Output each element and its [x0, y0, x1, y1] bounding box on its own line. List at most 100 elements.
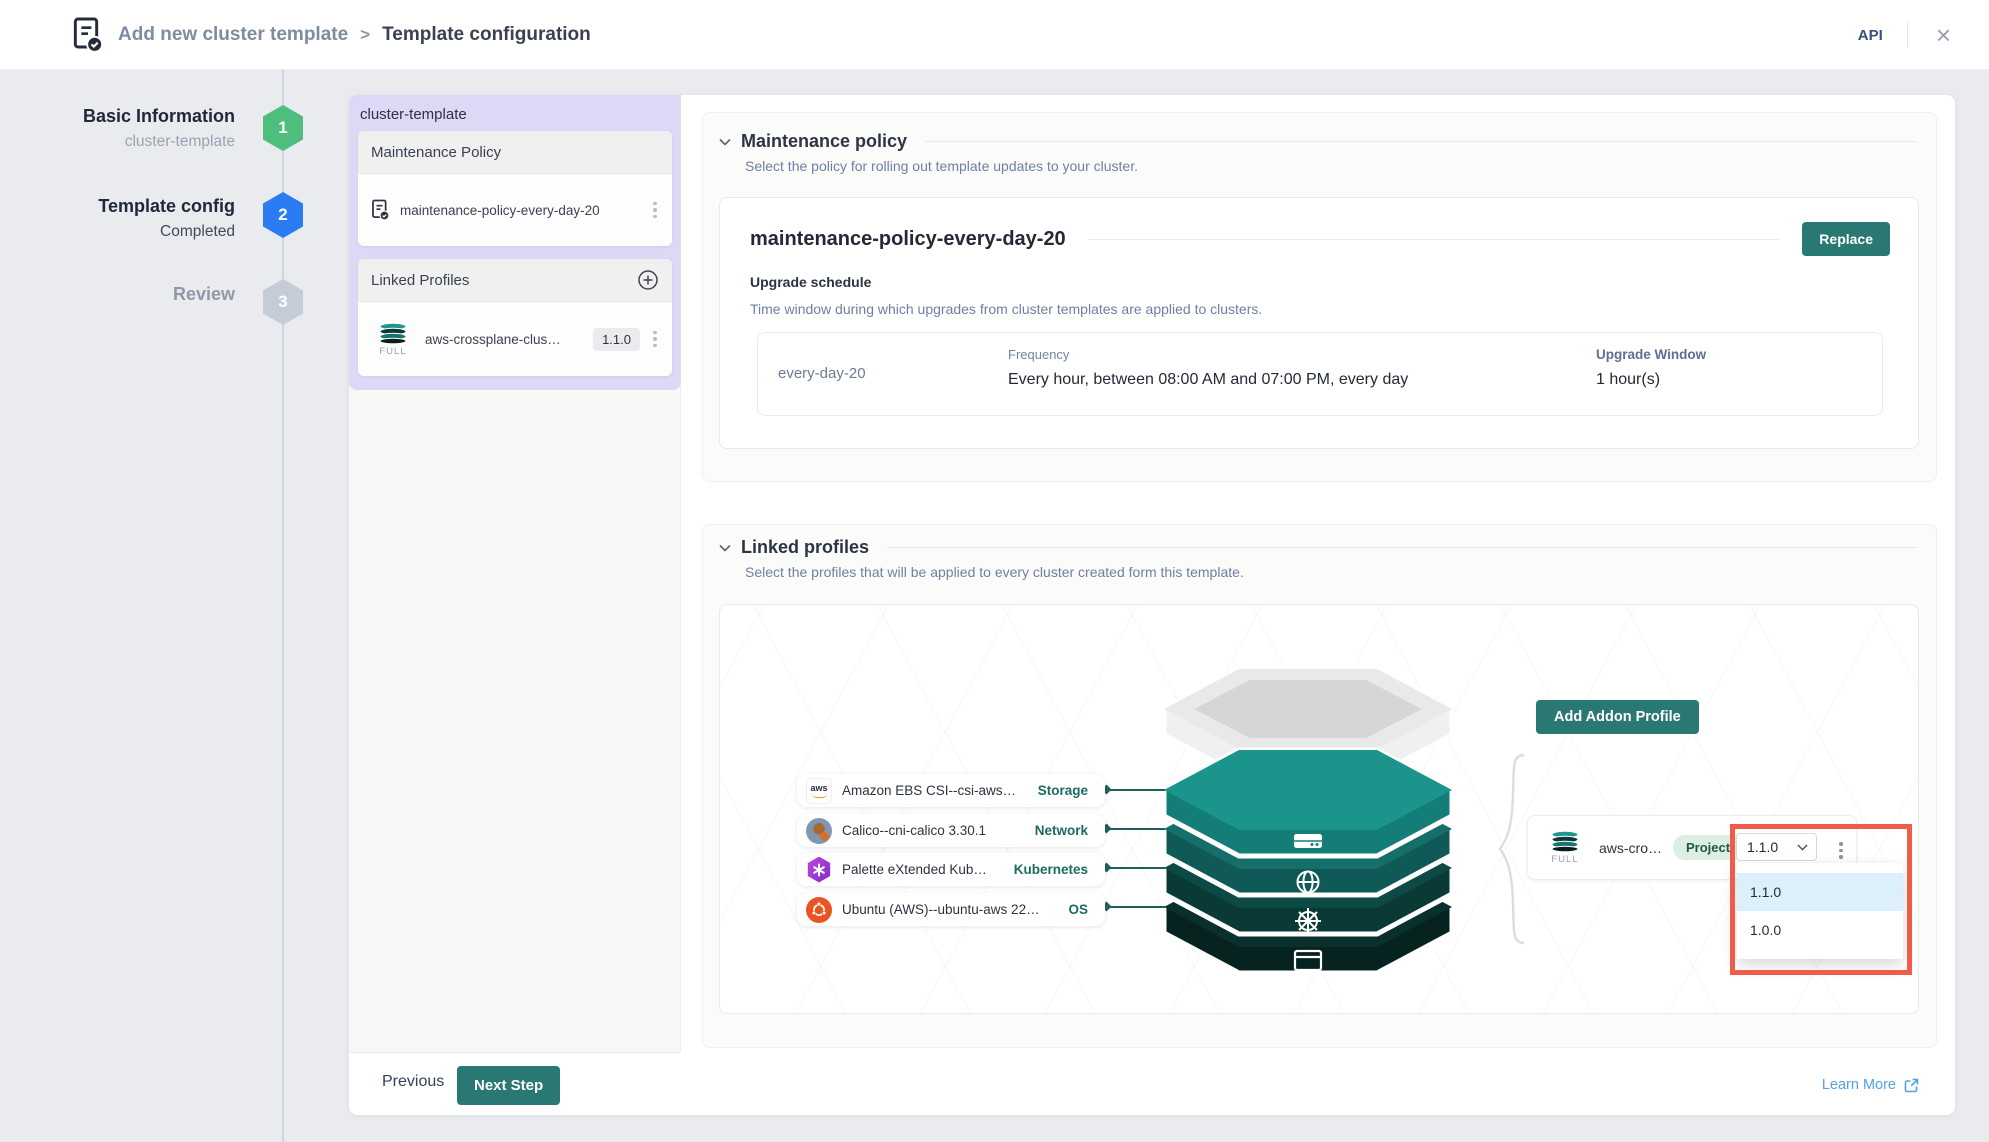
tree-card-header-label: Linked Profiles [371, 272, 469, 289]
step-2-number: 2 [278, 205, 287, 225]
storage-layer-slab [1164, 750, 1452, 856]
linked-profiles-section: Linked profiles Select the profiles that… [702, 524, 1937, 1048]
upgrade-schedule-description: Time window during which upgrades from c… [750, 301, 1918, 317]
layer-pill-network[interactable]: Calico--cni-calico 3.30.1 Network [797, 814, 1105, 847]
linked-profiles-canvas: aws Amazon EBS CSI--csi-aws… Storage Cal… [719, 604, 1919, 1014]
schedule-row: every-day-20 Frequency Every hour, betwe… [757, 332, 1883, 416]
step-3-badge[interactable]: 3 [263, 279, 303, 325]
step-review[interactable]: Review [40, 284, 235, 305]
step-2-badge[interactable]: 2 [263, 192, 303, 238]
collapse-chevron-icon[interactable] [719, 544, 731, 552]
profile-card-kebab-menu-icon[interactable] [1834, 838, 1848, 863]
tree-policy-name: maintenance-policy-every-day-20 [400, 203, 648, 218]
step-3-number: 3 [278, 292, 287, 312]
section-title: Linked profiles [741, 537, 869, 558]
layer-pill-os[interactable]: Ubuntu (AWS)--ubuntu-aws 22… OS [797, 893, 1105, 926]
aws-icon: aws [806, 778, 832, 804]
selected-version: 1.1.0 [1747, 839, 1778, 855]
section-rule [887, 547, 1918, 548]
previous-button[interactable]: Previous [382, 1073, 444, 1091]
maintenance-policy-card: maintenance-policy-every-day-20 Replace … [719, 197, 1919, 449]
next-step-button[interactable]: Next Step [457, 1066, 560, 1105]
collapse-chevron-icon[interactable] [719, 138, 731, 146]
version-dropdown-menu: 1.1.0 1.0.0 [1737, 863, 1903, 959]
step-title: Template config [40, 196, 235, 217]
version-option-1-1-0[interactable]: 1.1.0 [1737, 873, 1903, 911]
page-title: Template configuration [382, 24, 591, 46]
layer-name: Ubuntu (AWS)--ubuntu-aws 22… [842, 902, 1040, 917]
template-configuration-panel: cluster-template Maintenance Policy [349, 95, 1955, 1115]
upgrade-window-label: Upgrade Window [1596, 347, 1706, 362]
breadcrumb: Add new cluster template > Template conf… [118, 0, 591, 70]
replace-button[interactable]: Replace [1802, 222, 1890, 256]
maintenance-policy-section: Maintenance policy Select the policy for… [702, 112, 1937, 482]
layer-pill-kubernetes[interactable]: Palette eXtended Kub… Kubernetes [797, 853, 1105, 886]
ubuntu-icon [806, 897, 832, 923]
policy-title-rule [1088, 239, 1781, 240]
frequency-block: Frequency Every hour, between 08:00 AM a… [1008, 347, 1408, 389]
layer-category: Storage [1038, 783, 1088, 798]
layer-name: Amazon EBS CSI--csi-aws… [842, 783, 1016, 798]
profile-stack-icon: FULL [371, 322, 415, 357]
upgrade-schedule-heading: Upgrade schedule [750, 274, 1918, 290]
upgrade-window-value: 1 hour(s) [1596, 371, 1706, 389]
os-connector-line [1105, 906, 1165, 908]
step-1-number: 1 [278, 118, 287, 138]
storage-server-icon [1294, 834, 1322, 848]
api-link[interactable]: API [1858, 27, 1883, 44]
step-basic-information[interactable]: Basic Information cluster-template [40, 106, 235, 151]
layer-category: Kubernetes [1014, 862, 1088, 877]
top-header-bar: Add new cluster template > Template conf… [0, 0, 1989, 70]
learn-more-link[interactable]: Learn More [1822, 1077, 1919, 1093]
cluster-template-doc-icon [72, 17, 104, 53]
linked-profile-tree-item[interactable]: FULL aws-crossplane-clus… 1.1.0 [358, 302, 672, 376]
tree-card-header-label: Maintenance Policy [371, 144, 501, 161]
profile-type-label: FULL [379, 346, 406, 357]
maintenance-policy-tree-card: Maintenance Policy maintenance-policy-ev… [358, 131, 672, 246]
profile-kebab-menu-icon[interactable] [648, 327, 662, 352]
external-link-icon [1904, 1078, 1919, 1093]
profile-stack-icon: FULL [1543, 830, 1587, 865]
layer-name: Calico--cni-calico 3.30.1 [842, 823, 986, 838]
section-title: Maintenance policy [741, 131, 907, 152]
close-icon[interactable]: × [1932, 22, 1955, 48]
upgrade-window-block: Upgrade Window 1 hour(s) [1596, 347, 1706, 389]
policy-kebab-menu-icon[interactable] [648, 198, 662, 223]
cluster-template-tree: cluster-template Maintenance Policy [349, 95, 681, 390]
layer-pill-storage[interactable]: aws Amazon EBS CSI--csi-aws… Storage [797, 774, 1105, 807]
add-addon-profile-button[interactable]: Add Addon Profile [1536, 700, 1699, 734]
schedule-name: every-day-20 [778, 365, 866, 382]
tree-title: cluster-template [360, 106, 467, 123]
step-title: Basic Information [40, 106, 235, 127]
header-divider [1907, 22, 1908, 48]
add-profile-plus-icon[interactable] [637, 269, 659, 291]
tree-profile-version-badge: 1.1.0 [593, 328, 640, 351]
section-subtitle: Select the policy for rolling out templa… [745, 158, 1936, 174]
project-scope-badge: Project [1673, 835, 1743, 860]
layer-category: Network [1035, 823, 1088, 838]
breadcrumb-parent[interactable]: Add new cluster template [118, 24, 348, 46]
frequency-value: Every hour, between 08:00 AM and 07:00 P… [1008, 371, 1408, 389]
version-option-1-0-0[interactable]: 1.0.0 [1737, 911, 1903, 949]
calico-icon [806, 818, 832, 844]
profile-type-label: FULL [1551, 854, 1578, 865]
tree-profile-name: aws-crossplane-clus… [425, 332, 583, 347]
policy-doc-icon [371, 199, 390, 221]
maintenance-policy-tree-item[interactable]: maintenance-policy-every-day-20 [358, 174, 672, 246]
linked-profiles-tree-header: Linked Profiles [358, 259, 672, 302]
kubernetes-connector-line [1105, 867, 1165, 869]
policy-name: maintenance-policy-every-day-20 [750, 228, 1066, 251]
chevron-down-icon [1797, 844, 1808, 851]
step-subtitle: Completed [40, 223, 235, 241]
layer-name: Palette eXtended Kub… [842, 862, 987, 877]
step-subtitle: cluster-template [40, 133, 235, 151]
maintenance-policy-tree-header: Maintenance Policy [358, 131, 672, 174]
step-title: Review [40, 284, 235, 305]
version-select[interactable]: 1.1.0 [1736, 833, 1817, 861]
section-rule [925, 141, 1918, 142]
cluster-stack-graphic [1142, 622, 1474, 1014]
palette-icon [806, 857, 832, 883]
frequency-label: Frequency [1008, 347, 1408, 362]
step-1-badge[interactable]: 1 [263, 105, 303, 151]
step-template-config[interactable]: Template config Completed [40, 196, 235, 241]
